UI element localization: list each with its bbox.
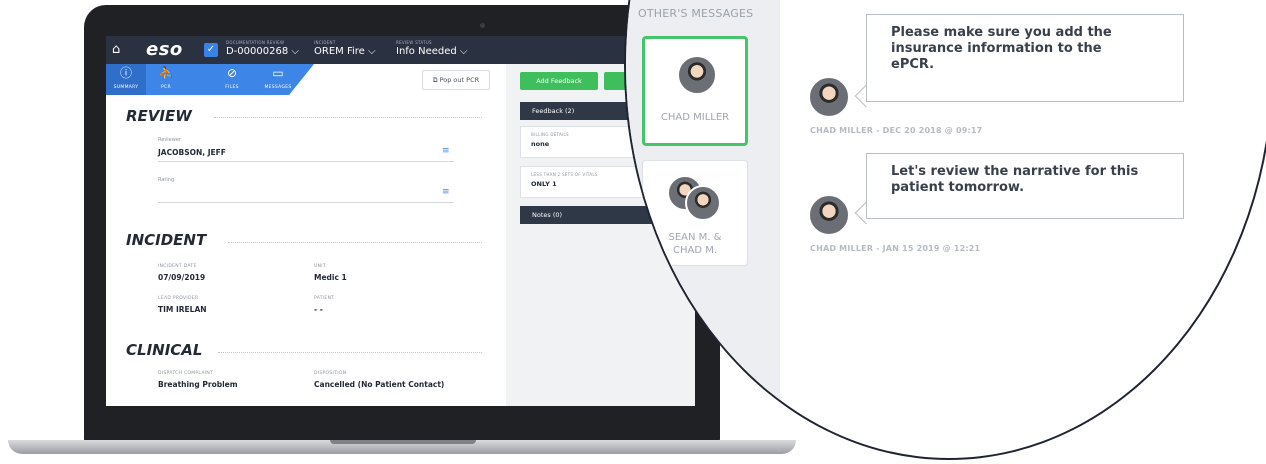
divider (228, 242, 482, 243)
tab-messages[interactable]: ▭ MESSAGES (258, 64, 298, 95)
clinical-title: CLINICAL (126, 341, 203, 359)
message-meta: CHAD MILLER - JAN 15 2019 @ 12:21 (810, 244, 981, 253)
zoom-content: OTHER'S MESSAGES CHAD MILLER SEAN M. & C… (626, 0, 1266, 458)
reviewer-label: Reviewer (158, 137, 181, 143)
unit-label: UNIT (314, 264, 326, 269)
patient-label: PATIENT (314, 296, 335, 301)
eso-logo: eso (146, 39, 183, 60)
divider (218, 352, 482, 353)
tab-pcr[interactable]: ⛹ PCR (146, 64, 186, 95)
review-title: REVIEW (126, 107, 192, 125)
incident-label: INCIDENT (314, 40, 336, 45)
incident-date-value: 07/09/2019 (158, 273, 206, 282)
message-text: ePCR. (891, 57, 935, 72)
tab-bar: ⓘ SUMMARY ⛹ PCR ⊘ FILES ▭ MESSAGES (106, 64, 314, 95)
lead-provider-label: LEAD PROVIDER (158, 296, 199, 301)
tab-summary[interactable]: ⓘ SUMMARY (106, 64, 146, 95)
message-bubble: Please make sure you add the insurance i… (866, 14, 1184, 102)
disposition-value: Cancelled (No Patient Contact) (314, 380, 445, 389)
tab-label: PCR (161, 85, 171, 90)
message-text: patient tomorrow. (891, 180, 1025, 195)
avatar (677, 55, 717, 95)
summary-content: REVIEW Reviewer JACOBSON, JEFF ≡ Rating … (106, 95, 506, 406)
incident-selector[interactable]: INCIDENT OREM Fire ⌵ (314, 40, 376, 57)
rating-label: Rating (158, 177, 175, 183)
conversation-card-group[interactable]: SEAN M. & CHAD M. (642, 160, 748, 266)
zoom-callout: OTHER'S MESSAGES CHAD MILLER SEAN M. & C… (624, 0, 1266, 460)
doc-review-selector[interactable]: DOCUMENTATION REVIEW D-00000268 ⌵ (226, 40, 299, 57)
avatar (808, 194, 850, 236)
tab-label: MESSAGES (264, 85, 292, 90)
avatar (808, 76, 850, 118)
incident-date-label: INCIDENT DATE (158, 264, 197, 269)
reviewer-value[interactable]: JACOBSON, JEFF (158, 148, 226, 157)
conversation-name: CHAD M. (672, 245, 718, 256)
conversation-name: SEAN M. & (668, 232, 722, 243)
message-text: Let's review the narrative for this (891, 164, 1139, 179)
review-status-label: REVIEW STATUS (396, 40, 432, 45)
incident-title: INCIDENT (126, 231, 207, 249)
avatar (685, 185, 721, 221)
laptop-screen: ⌂ eso ✓ DOCUMENTATION REVIEW D-00000268 … (106, 36, 695, 406)
dispatch-complaint-label: DISPATCH COMPLAINT (158, 371, 214, 376)
check-icon[interactable]: ✓ (204, 43, 218, 57)
others-messages-title: OTHER'S MESSAGES (638, 7, 754, 20)
info-icon: ⓘ (119, 66, 132, 80)
popout-icon: ⧉ (432, 76, 440, 84)
disposition-label: DISPOSITION (314, 371, 347, 376)
lead-provider-value: TIM IRELAN (158, 305, 207, 314)
incident-value: OREM Fire ⌵ (314, 46, 376, 57)
dispatch-complaint-value: Breathing Problem (158, 380, 238, 389)
top-bar: ⌂ eso ✓ DOCUMENTATION REVIEW D-00000268 … (106, 36, 695, 64)
chat-icon: ▭ (272, 66, 284, 80)
conversation-card-chad-miller[interactable]: CHAD MILLER (642, 36, 748, 146)
doc-review-label: DOCUMENTATION REVIEW (226, 40, 285, 45)
pop-out-pcr-button[interactable]: ⧉ Pop out PCR (422, 70, 490, 90)
tab-label: SUMMARY (113, 85, 139, 90)
pop-out-label: Pop out PCR (439, 76, 480, 84)
review-status-value: Info Needed ⌵ (396, 46, 468, 57)
message-meta: CHAD MILLER - DEC 20 2018 @ 09:17 (810, 126, 983, 135)
message-bubble: Let's review the narrative for this pati… (866, 153, 1184, 219)
person-icon: ⛹ (158, 66, 174, 80)
list-icon[interactable]: ≡ (442, 187, 450, 197)
paperclip-icon: ⊘ (226, 66, 238, 80)
tab-label: FILES (225, 85, 239, 90)
camera-dot (480, 23, 485, 28)
add-feedback-button[interactable]: Add Feedback (520, 72, 598, 90)
divider (214, 117, 482, 118)
patient-value: - - (314, 305, 323, 314)
doc-review-value: D-00000268 ⌵ (226, 46, 299, 57)
laptop-notch (330, 440, 476, 444)
tab-files[interactable]: ⊘ FILES (212, 64, 252, 95)
home-icon[interactable]: ⌂ (112, 42, 120, 57)
conversation-name: CHAD MILLER (660, 112, 730, 123)
message-text: Please make sure you add the (891, 25, 1112, 40)
rating-field-line[interactable] (158, 202, 454, 203)
message-text: insurance information to the (891, 41, 1102, 56)
unit-value: Medic 1 (314, 273, 347, 282)
list-icon[interactable]: ≡ (442, 146, 450, 156)
review-status-selector[interactable]: REVIEW STATUS Info Needed ⌵ (396, 40, 468, 57)
reviewer-field-line (158, 161, 454, 162)
